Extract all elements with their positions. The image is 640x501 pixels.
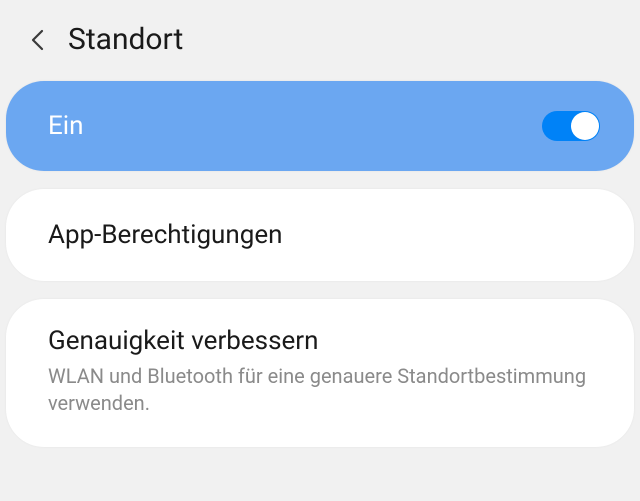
- improve-accuracy-item[interactable]: Genauigkeit verbessern WLAN und Bluetoot…: [6, 299, 634, 447]
- app-permissions-card: App-Berechtigungen: [6, 189, 634, 281]
- improve-accuracy-card: Genauigkeit verbessern WLAN und Bluetoot…: [6, 299, 634, 447]
- app-permissions-item[interactable]: App-Berechtigungen: [6, 189, 634, 281]
- back-icon[interactable]: [30, 28, 44, 52]
- toggle-switch[interactable]: [542, 111, 600, 141]
- header: Standort: [0, 0, 640, 81]
- content: Ein App-Berechtigungen Genauigkeit verbe…: [0, 81, 640, 447]
- page-title: Standort: [68, 22, 183, 57]
- item-title: App-Berechtigungen: [48, 219, 592, 253]
- location-toggle-row[interactable]: Ein: [6, 81, 634, 171]
- item-subtitle: WLAN und Bluetooth für eine genauere Sta…: [48, 363, 592, 417]
- switch-thumb: [571, 112, 599, 140]
- toggle-label: Ein: [48, 111, 83, 141]
- item-title: Genauigkeit verbessern: [48, 325, 592, 359]
